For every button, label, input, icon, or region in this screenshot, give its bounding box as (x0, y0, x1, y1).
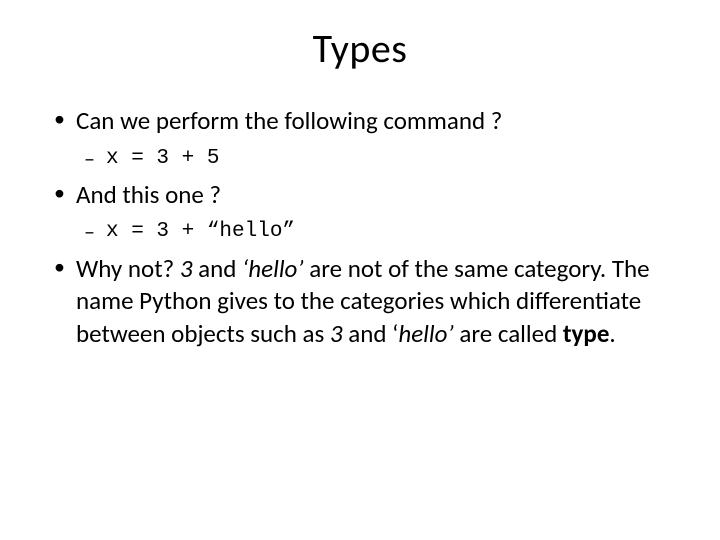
sublist: x = 3 + “hello” (76, 217, 672, 246)
bullet-text: Why not? (76, 253, 180, 284)
code-text: x = 3 + 5 (106, 147, 219, 170)
list-item: Can we perform the following command ? x… (48, 105, 672, 173)
inline-italic: hello’ (398, 318, 453, 349)
inline-italic: ‘hello’ (242, 253, 304, 284)
code-text: x = 3 + “hello” (106, 220, 295, 243)
slide-title: Types (48, 24, 672, 73)
bullet-list: Can we perform the following command ? x… (48, 105, 672, 350)
bullet-text: Can we perform the following command ? (76, 105, 502, 136)
bullet-text: are called (454, 318, 563, 349)
code-item: x = 3 + “hello” (76, 217, 672, 246)
sublist: x = 3 + 5 (76, 144, 672, 173)
inline-italic: 3 (330, 318, 343, 349)
code-item: x = 3 + 5 (76, 144, 672, 173)
inline-italic: 3 (180, 253, 193, 284)
bullet-text: and (192, 253, 242, 284)
bullet-text: and ‘ (343, 318, 399, 349)
inline-bold: type (563, 318, 610, 349)
bullet-text: And this one ? (76, 179, 221, 210)
list-item: And this one ? x = 3 + “hello” (48, 179, 672, 247)
list-item: Why not? 3 and ‘hello’ are not of the sa… (48, 253, 672, 351)
bullet-text: . (609, 318, 615, 349)
